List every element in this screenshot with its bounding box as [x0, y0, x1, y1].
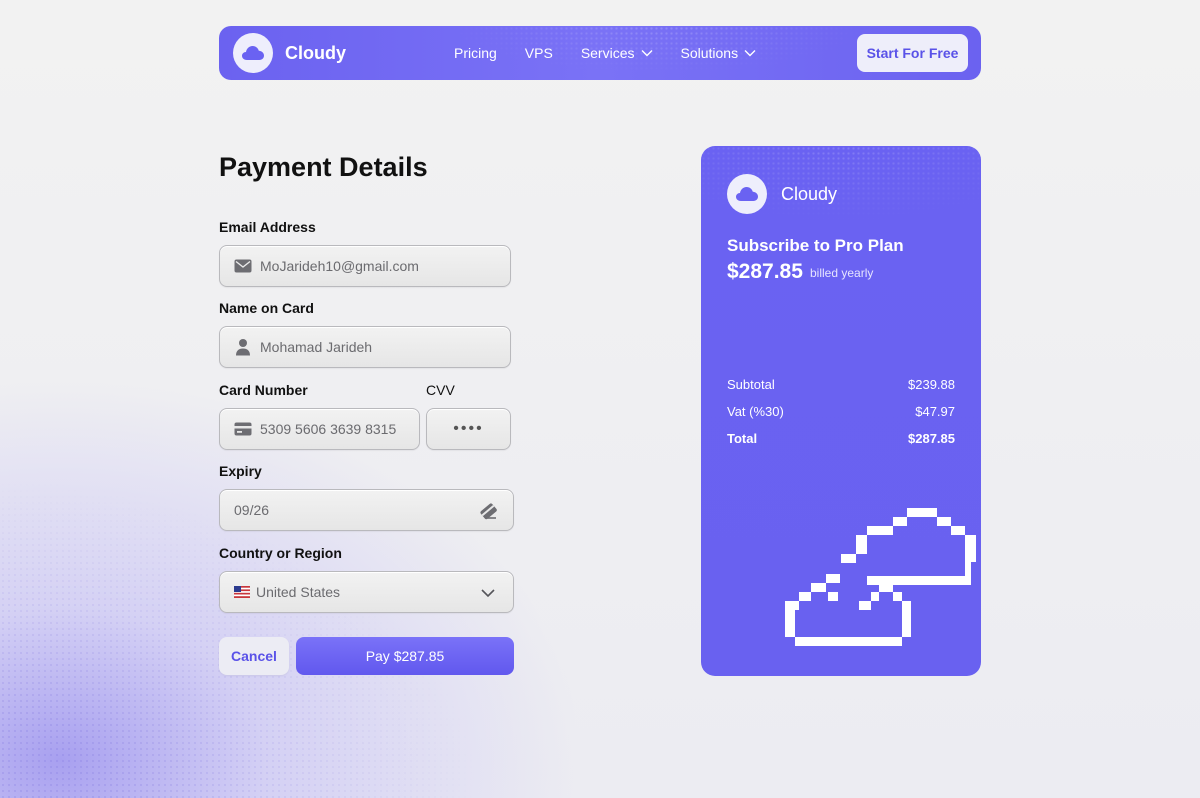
nav-link-services[interactable]: Services [581, 45, 653, 61]
nav-link-vps[interactable]: VPS [525, 45, 553, 61]
expiry-value: 09/26 [234, 502, 270, 518]
pay-button[interactable]: Pay $287.85 [296, 637, 514, 675]
email-value: MoJarideh10@gmail.com [260, 258, 419, 274]
cancel-button[interactable]: Cancel [219, 637, 289, 675]
order-summary-card: Cloudy Subscribe to Pro Plan $287.85 bil… [701, 146, 981, 676]
nav-link-label: Pricing [454, 45, 497, 61]
country-label: Country or Region [219, 545, 342, 561]
start-for-free-button[interactable]: Start For Free [857, 34, 968, 72]
top-navbar: Cloudy Pricing VPS Services Solutions St… [219, 26, 981, 80]
name-label: Name on Card [219, 300, 314, 316]
nav-link-label: Solutions [680, 45, 739, 61]
card-number-value: 5309 5606 3639 8315 [260, 421, 397, 437]
name-on-card-field[interactable]: Mohamad Jarideh [219, 326, 511, 368]
page-title: Payment Details [219, 152, 428, 182]
name-value: Mohamad Jarideh [260, 339, 373, 355]
country-value: United States [256, 584, 341, 600]
country-select[interactable]: United States [219, 571, 514, 613]
expiry-field[interactable]: 09/26 [219, 489, 514, 531]
chevron-down-icon [641, 50, 652, 57]
card-number-label: Card Number [219, 382, 308, 398]
nav-brand-name[interactable]: Cloudy [285, 43, 346, 64]
nav-link-label: Services [580, 45, 635, 61]
nav-logo[interactable] [233, 33, 273, 73]
cloud-icon [242, 46, 264, 60]
cvv-label: CVV [426, 382, 455, 398]
nav-link-pricing[interactable]: Pricing [454, 45, 497, 61]
cvv-field[interactable]: •••• [426, 408, 511, 450]
nav-links: Pricing VPS Services Solutions [454, 26, 784, 80]
nav-link-solutions[interactable]: Solutions [681, 45, 757, 61]
email-label: Email Address [219, 219, 316, 235]
chevron-down-icon [744, 50, 756, 57]
pixel-clouds-illustration [785, 508, 976, 646]
nav-link-label: VPS [524, 45, 553, 61]
expiry-label: Expiry [219, 463, 262, 479]
email-field[interactable]: MoJarideh10@gmail.com [219, 245, 511, 287]
us-flag-icon [234, 583, 250, 601]
card-chip-icon [479, 501, 499, 521]
mail-icon [234, 257, 252, 275]
chevron-down-icon [479, 584, 499, 604]
card-number-field[interactable]: 5309 5606 3639 8315 [219, 408, 420, 450]
user-icon [234, 338, 252, 356]
credit-card-icon [234, 420, 252, 438]
